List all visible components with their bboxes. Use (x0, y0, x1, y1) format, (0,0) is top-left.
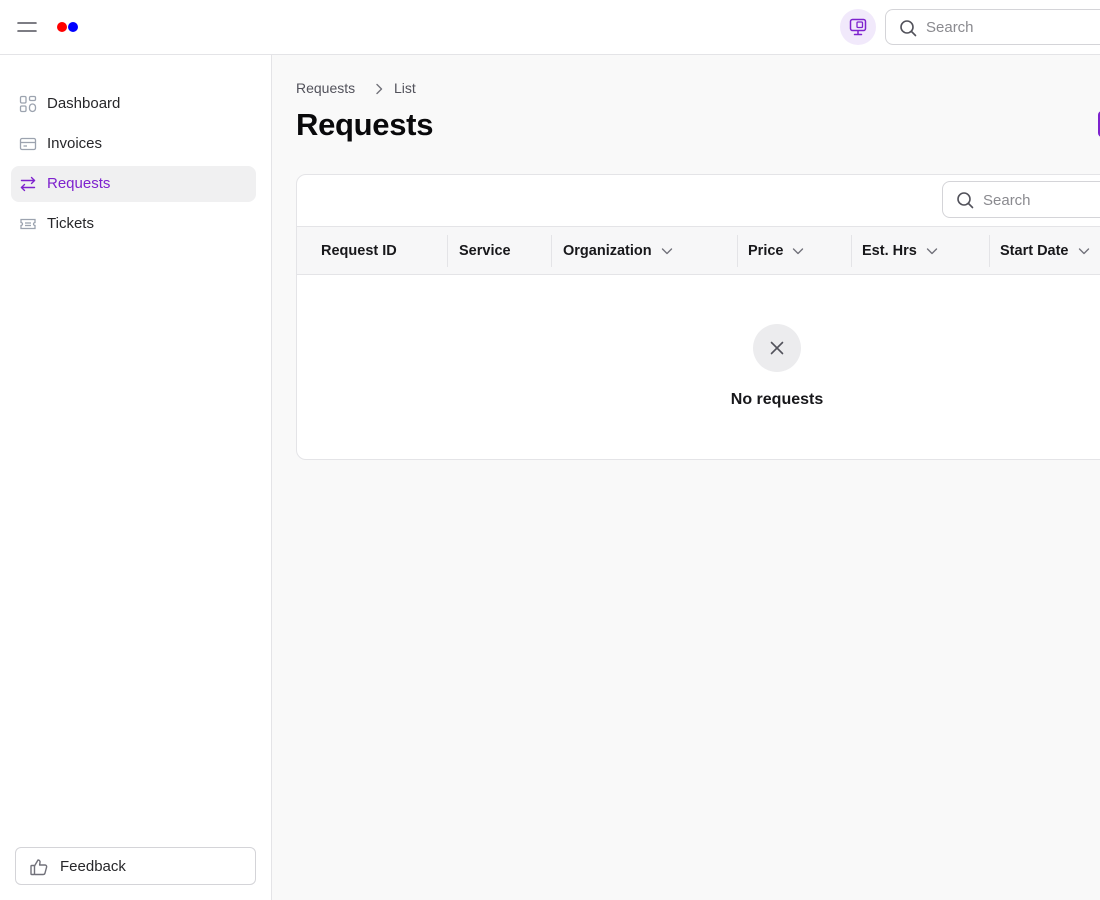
sidebar-item-label: Tickets (47, 215, 94, 232)
chevron-down-icon (1078, 247, 1089, 254)
column-label: Est. Hrs (862, 242, 917, 259)
sidebar-item-tickets[interactable]: Tickets (11, 206, 256, 242)
app-logo[interactable] (57, 22, 81, 32)
column-divider[interactable] (447, 235, 448, 267)
close-icon (770, 341, 784, 355)
column-header-service: Service (459, 227, 511, 274)
ticket-icon (20, 218, 36, 230)
table-search-input[interactable] (983, 189, 1100, 211)
dashboard-icon (19, 95, 37, 113)
logo-dot-blue (68, 22, 78, 32)
breadcrumb-requests[interactable]: Requests (296, 80, 355, 96)
global-search (885, 9, 1100, 45)
column-header-request-id: Request ID (321, 227, 397, 274)
search-icon (957, 192, 974, 209)
sidebar-item-label: Invoices (47, 135, 103, 152)
breadcrumb-list: List (394, 80, 416, 96)
table-header: Request ID Service Organization Price Es… (297, 226, 1100, 275)
column-header-start-date[interactable]: Start Date (1000, 227, 1091, 274)
thumbs-up-icon (30, 859, 48, 876)
feedback-button[interactable]: Feedback (15, 847, 256, 885)
column-divider[interactable] (989, 235, 990, 267)
chevron-down-icon (926, 247, 938, 254)
column-header-organization[interactable]: Organization (563, 227, 674, 274)
requests-table-card: Request ID Service Organization Price Es… (296, 174, 1100, 460)
column-divider[interactable] (737, 235, 738, 267)
empty-state-text: No requests (730, 391, 824, 408)
table-search (942, 181, 1100, 218)
monitor-button[interactable] (840, 9, 876, 45)
global-search-input[interactable] (926, 16, 1096, 38)
empty-state-badge (753, 324, 801, 372)
column-header-price[interactable]: Price (748, 227, 805, 274)
column-label: Request ID (321, 242, 397, 259)
logo-dot-red (57, 22, 67, 32)
arrows-swap-icon (20, 176, 36, 192)
sidebar-item-label: Requests (47, 175, 111, 192)
sidebar-item-label: Dashboard (47, 95, 121, 112)
sidebar-item-dashboard[interactable]: Dashboard (11, 86, 256, 122)
main-content: Requests List Requests Request ID Servic… (272, 55, 1100, 900)
page-title: Requests (296, 107, 434, 142)
column-divider[interactable] (851, 235, 852, 267)
hamburger-icon (17, 22, 37, 32)
feedback-label: Feedback (60, 858, 126, 875)
chevron-down-icon (793, 247, 804, 254)
sidebar-item-invoices[interactable]: Invoices (11, 126, 256, 162)
column-label: Organization (563, 242, 652, 259)
invoice-icon (19, 137, 37, 151)
menu-button[interactable] (14, 15, 40, 39)
chevron-down-icon (661, 247, 672, 254)
sidebar-item-requests[interactable]: Requests (11, 166, 256, 202)
top-bar (0, 0, 1100, 55)
chevron-right-icon (376, 83, 383, 95)
column-label: Price (748, 242, 784, 259)
column-divider[interactable] (551, 235, 552, 267)
search-icon (900, 20, 917, 37)
sidebar: Dashboard Invoices Requests Tickets Feed… (0, 55, 272, 900)
column-label: Start Date (1000, 242, 1069, 259)
column-label: Service (459, 242, 511, 259)
column-header-est-hrs[interactable]: Est. Hrs (862, 227, 939, 274)
monitor-icon (849, 18, 867, 36)
